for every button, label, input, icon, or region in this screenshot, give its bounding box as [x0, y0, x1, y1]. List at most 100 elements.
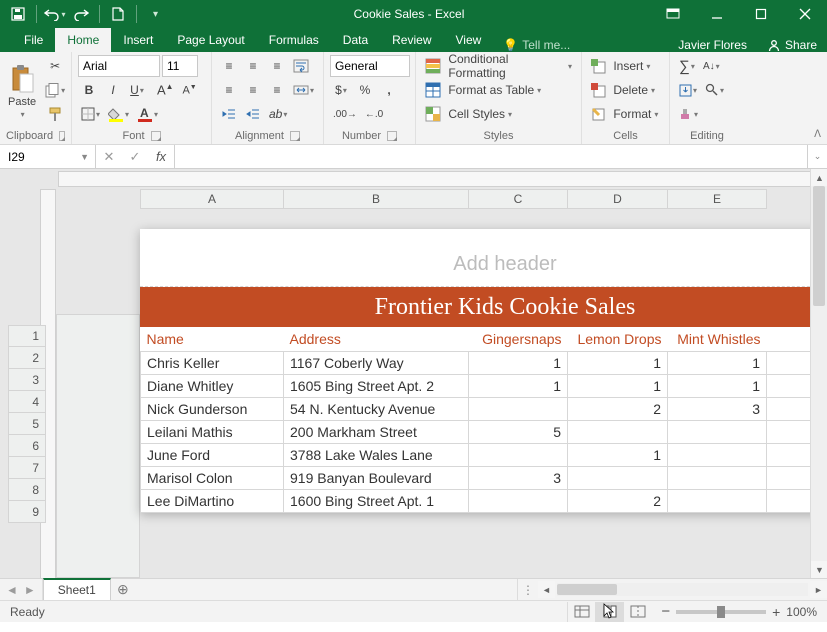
orientation-button[interactable]: ab▾ [266, 103, 290, 125]
cell[interactable] [469, 444, 568, 467]
cell[interactable]: Diane Whitley [141, 375, 284, 398]
tab-formulas[interactable]: Formulas [257, 28, 331, 52]
sort-filter-button[interactable]: A↓▾ [700, 55, 723, 77]
align-middle-button[interactable]: ≡ [242, 55, 264, 77]
maximize-button[interactable] [739, 0, 783, 28]
minimize-button[interactable] [695, 0, 739, 28]
underline-button[interactable]: U▾ [126, 79, 148, 101]
table-header[interactable]: M... [767, 327, 811, 352]
row-header[interactable]: 6 [8, 435, 46, 457]
redo-button[interactable] [69, 2, 93, 26]
cell[interactable] [469, 490, 568, 513]
align-top-button[interactable]: ≡ [218, 55, 240, 77]
autosum-button[interactable]: ∑▾ [676, 55, 698, 77]
column-header[interactable]: B [284, 189, 469, 209]
cell[interactable]: 1 [668, 375, 767, 398]
cell[interactable]: 1605 Bing Street Apt. 2 [284, 375, 469, 398]
cell[interactable] [668, 490, 767, 513]
table-header[interactable]: Mint Whistles [668, 327, 767, 352]
cell[interactable] [767, 398, 811, 421]
name-box[interactable]: ▼ [0, 145, 96, 168]
cell[interactable]: 5 [469, 421, 568, 444]
font-name-combo[interactable] [78, 55, 160, 77]
increase-indent-button[interactable] [242, 103, 264, 125]
scroll-down-button[interactable]: ▼ [811, 561, 827, 578]
bold-button[interactable]: B [78, 79, 100, 101]
number-format-combo[interactable] [330, 55, 410, 77]
scroll-up-button[interactable]: ▲ [811, 169, 827, 186]
undo-button[interactable]: ▾ [43, 2, 67, 26]
new-sheet-button[interactable]: ⊕ [111, 579, 135, 600]
normal-view-button[interactable] [567, 602, 595, 622]
cell[interactable]: Chris Keller [141, 352, 284, 375]
column-header[interactable]: E [668, 189, 767, 209]
number-dialog-launcher[interactable] [387, 131, 397, 141]
decrease-indent-button[interactable] [218, 103, 240, 125]
signed-in-user[interactable]: Javier Flores [668, 38, 757, 52]
column-header[interactable]: A [141, 189, 284, 209]
tab-scroll-left-button[interactable]: ◄ [6, 583, 18, 597]
cell[interactable] [568, 421, 668, 444]
cell[interactable] [767, 444, 811, 467]
enter-formula-button[interactable]: ✓ [122, 149, 148, 165]
row-header[interactable]: 5 [8, 413, 46, 435]
cell[interactable]: 2 [568, 398, 668, 421]
cell[interactable]: 200 Markham Street [284, 421, 469, 444]
align-right-button[interactable]: ≡ [266, 79, 288, 101]
cell[interactable]: 1 [668, 352, 767, 375]
fill-color-button[interactable]: ▾ [105, 103, 132, 125]
tab-view[interactable]: View [444, 28, 494, 52]
horizontal-scrollbar[interactable]: ⋮ ◄ ► [517, 579, 827, 600]
row-header[interactable]: 9 [8, 501, 46, 523]
expand-formula-bar-button[interactable]: ⌄ [807, 145, 827, 168]
cut-button[interactable]: ✂ [42, 55, 68, 77]
horizontal-ruler[interactable] [58, 171, 810, 187]
percent-format-button[interactable]: % [354, 79, 376, 101]
decrease-decimal-button[interactable]: ←.0 [362, 103, 386, 125]
column-header[interactable]: C [469, 189, 568, 209]
cell[interactable]: Nick Gunderson [141, 398, 284, 421]
cell[interactable]: June Ford [141, 444, 284, 467]
table-header[interactable]: Name [141, 327, 284, 352]
zoom-out-button[interactable]: − [661, 603, 670, 620]
cell[interactable]: 3 [469, 467, 568, 490]
tell-me-search[interactable]: 💡Tell me... [493, 38, 580, 52]
borders-button[interactable]: ▾ [78, 103, 103, 125]
share-button[interactable]: Share [757, 38, 827, 52]
shrink-font-button[interactable]: A▼ [179, 79, 201, 101]
grow-font-button[interactable]: A▲ [154, 79, 177, 101]
italic-button[interactable]: I [102, 79, 124, 101]
cell[interactable]: Marisol Colon [141, 467, 284, 490]
align-center-button[interactable]: ≡ [242, 79, 264, 101]
paste-button[interactable]: Paste▾ [6, 55, 38, 128]
tab-home[interactable]: Home [55, 28, 111, 52]
cell[interactable] [668, 421, 767, 444]
scroll-right-button[interactable]: ► [810, 581, 827, 598]
scroll-left-button[interactable]: ◄ [538, 581, 555, 598]
vscroll-thumb[interactable] [813, 186, 825, 306]
cell[interactable] [767, 490, 811, 513]
clear-button[interactable]: ▾ [676, 103, 701, 125]
find-select-button[interactable]: ▾ [702, 79, 727, 101]
row-header[interactable]: 1 [8, 325, 46, 347]
zoom-in-button[interactable]: + [772, 604, 780, 620]
close-button[interactable] [783, 0, 827, 28]
cell-styles-button[interactable]: Cell Styles▾ [422, 103, 575, 125]
insert-cells-button[interactable]: Insert▾ [588, 55, 663, 77]
fill-button[interactable]: ▾ [676, 79, 700, 101]
cell[interactable] [668, 467, 767, 490]
accounting-format-button[interactable]: $▾ [330, 79, 352, 101]
alignment-dialog-launcher[interactable] [290, 131, 300, 141]
cell[interactable]: 1 [568, 375, 668, 398]
font-size-combo[interactable] [162, 55, 198, 77]
cell[interactable] [568, 467, 668, 490]
row-header[interactable]: 3 [8, 369, 46, 391]
column-header[interactable]: D [568, 189, 668, 209]
comma-format-button[interactable]: , [378, 79, 400, 101]
cell[interactable]: 1 [568, 444, 668, 467]
row-header[interactable]: 7 [8, 457, 46, 479]
cell[interactable]: 1 [568, 352, 668, 375]
format-as-table-button[interactable]: Format as Table▾ [422, 79, 575, 101]
increase-decimal-button[interactable]: .00→ [330, 103, 360, 125]
tab-file[interactable]: File [12, 28, 55, 52]
